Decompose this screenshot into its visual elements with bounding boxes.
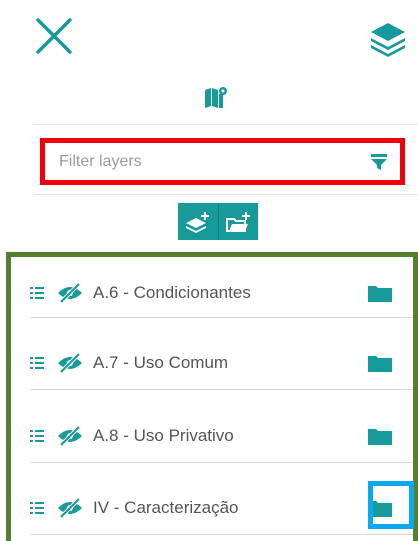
layer-label: A.7 - Uso Comum xyxy=(93,353,229,372)
add-layer-icon xyxy=(186,211,209,233)
close-button[interactable] xyxy=(34,16,74,56)
add-buttons-group xyxy=(178,203,258,240)
layer-item[interactable]: IV - Caracterização xyxy=(27,472,409,541)
folder-icon[interactable] xyxy=(367,353,393,373)
drag-handle-icon[interactable] xyxy=(30,356,44,370)
filter-box xyxy=(40,138,405,185)
eye-slash-icon[interactable] xyxy=(57,497,83,519)
layer-label: A.8 - Uso Privativo xyxy=(93,426,234,445)
layer-label: A.6 - Condicionantes xyxy=(93,283,251,302)
layer-label: IV - Caracterização xyxy=(93,498,239,517)
add-folder-icon xyxy=(225,211,250,232)
divider xyxy=(31,389,413,390)
close-icon xyxy=(36,18,72,54)
layer-list-panel: A.6 - Condicionantes A.7 - Uso Comum A.8… xyxy=(6,252,418,541)
divider xyxy=(31,534,413,535)
eye-slash-icon[interactable] xyxy=(57,425,83,447)
folder-highlight-box xyxy=(368,481,414,529)
drag-handle-icon[interactable] xyxy=(30,429,44,443)
filter-layers-input[interactable] xyxy=(59,152,370,171)
divider xyxy=(34,194,418,195)
divider xyxy=(31,317,413,318)
eye-slash-icon[interactable] xyxy=(57,352,83,374)
layer-item[interactable]: A.6 - Condicionantes xyxy=(27,257,409,329)
layers-button[interactable] xyxy=(368,20,408,58)
folder-icon[interactable] xyxy=(367,283,393,303)
filter-icon[interactable] xyxy=(370,153,388,171)
drag-handle-icon[interactable] xyxy=(30,286,44,300)
layers-icon xyxy=(371,23,405,57)
drag-handle-icon[interactable] xyxy=(30,501,44,515)
divider xyxy=(34,124,418,125)
map-icon xyxy=(204,86,228,108)
eye-slash-icon[interactable] xyxy=(57,282,83,304)
divider xyxy=(31,462,413,463)
folder-icon[interactable] xyxy=(367,426,393,446)
add-layer-button[interactable] xyxy=(178,203,218,240)
add-folder-button[interactable] xyxy=(218,203,258,240)
